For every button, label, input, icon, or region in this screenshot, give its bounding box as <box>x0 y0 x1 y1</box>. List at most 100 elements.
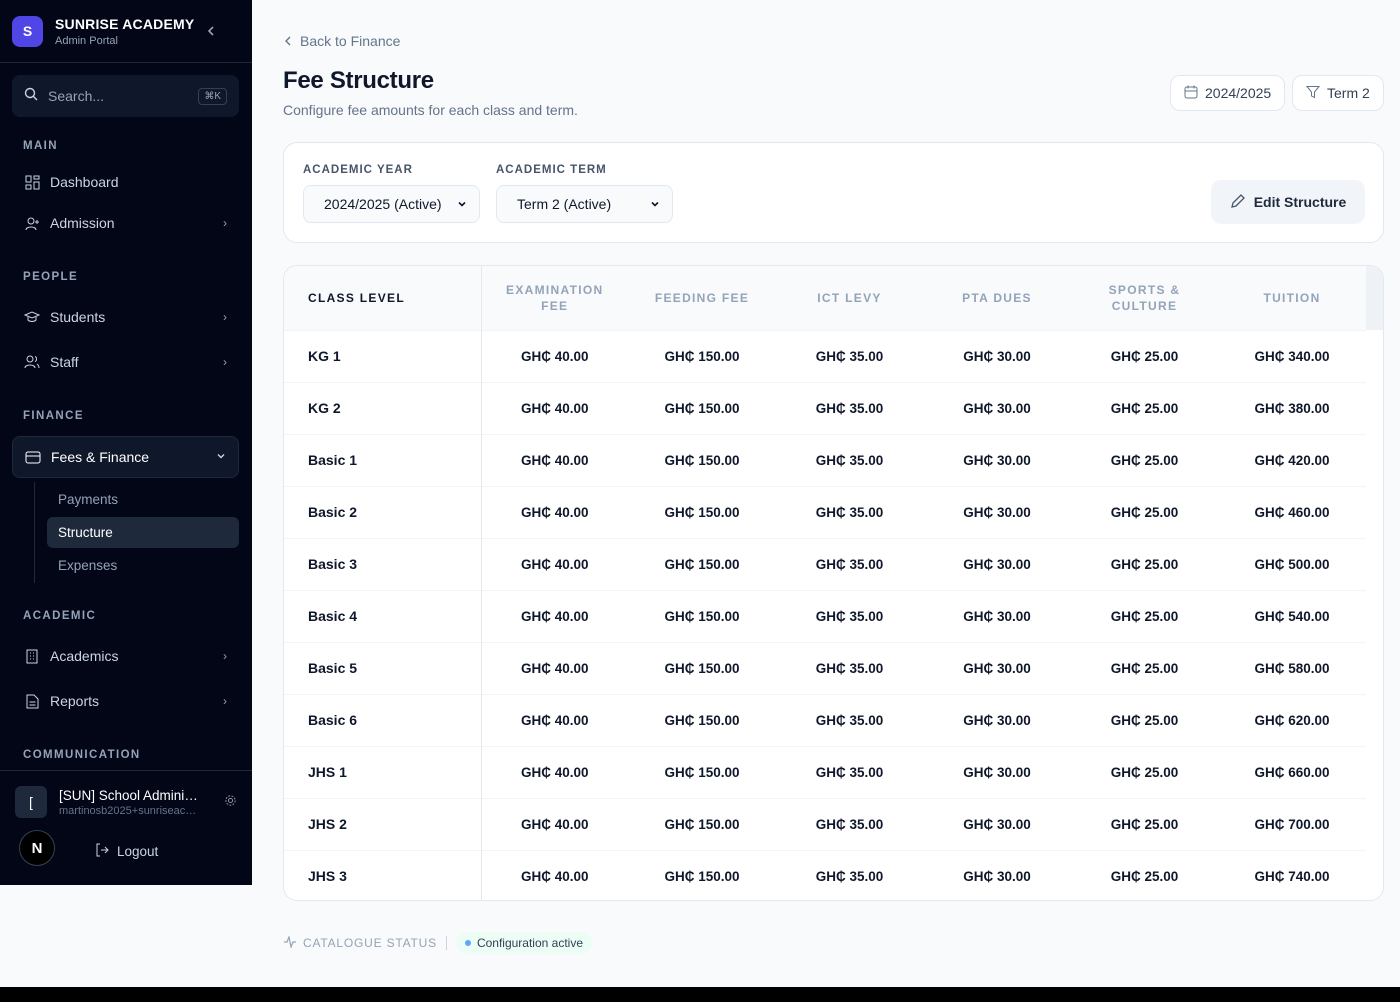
fee-amount-cell: GH₵ 150.00 <box>664 764 740 780</box>
fee-amount-cell: GH₵ 740.00 <box>1254 868 1330 884</box>
fee-structure-table: CLASS LEVEL EXAMINATION FEE FEEDING FEE … <box>284 266 1366 900</box>
section-communication: COMMUNICATION <box>23 749 141 761</box>
fee-amount-cell: GH₵ 30.00 <box>963 868 1031 884</box>
chevron-right-icon: › <box>223 310 227 324</box>
fee-amount-cell: GH₵ 35.00 <box>815 816 884 832</box>
term-pill-button[interactable]: Term 2 <box>1292 75 1384 111</box>
nav-staff[interactable]: Staff › <box>12 341 239 383</box>
class-level-cell: Basic 1 <box>284 434 482 486</box>
logout-button[interactable]: Logout <box>95 843 158 860</box>
fee-amount-cell: GH₵ 420.00 <box>1254 452 1330 468</box>
fee-amount-cell: GH₵ 35.00 <box>815 504 884 520</box>
subnav-structure[interactable]: Structure <box>47 517 239 548</box>
collapse-sidebar-icon[interactable] <box>206 23 216 39</box>
fee-amount-cell: GH₵ 25.00 <box>1110 452 1179 468</box>
n-badge[interactable]: N <box>19 830 55 866</box>
class-level-cell: Basic 4 <box>284 590 482 642</box>
fee-amount-cell: GH₵ 40.00 <box>520 660 589 676</box>
year-pill-label: 2024/2025 <box>1205 85 1272 101</box>
fee-amount-cell: GH₵ 150.00 <box>664 452 740 468</box>
fee-amount-cell: GH₵ 30.00 <box>963 556 1031 572</box>
fee-amount-cell: GH₵ 40.00 <box>520 556 589 572</box>
catalogue-status: CATALOGUE STATUS Configuration active <box>283 932 592 954</box>
fee-amount-cell: GH₵ 25.00 <box>1110 712 1179 728</box>
nav-admission[interactable]: Admission › <box>12 202 239 244</box>
pencil-icon <box>1230 193 1246 212</box>
subnav-expenses[interactable]: Expenses <box>47 550 239 581</box>
credit-card-icon <box>25 449 41 465</box>
fee-amount-cell: GH₵ 35.00 <box>815 452 884 468</box>
column-header: TUITION <box>1218 266 1366 330</box>
table-row: KG 1 GH₵ 40.00 GH₵ 150.00 GH₵ 35.00 GH₵ 30.0… <box>284 330 1366 382</box>
fee-amount-cell: GH₵ 35.00 <box>815 608 884 624</box>
fee-amount-cell: GH₵ 35.00 <box>815 556 884 572</box>
calendar-icon <box>1184 85 1198 102</box>
edit-structure-button[interactable]: Edit Structure <box>1211 180 1365 224</box>
fee-amount-cell: GH₵ 150.00 <box>664 556 740 572</box>
nav-students[interactable]: Students › <box>12 296 239 338</box>
catalogue-status-label: CATALOGUE STATUS <box>303 936 437 950</box>
header-scroll-strip <box>1366 266 1383 330</box>
filter-icon <box>1305 85 1321 102</box>
nav-dashboard[interactable]: Dashboard <box>12 161 239 203</box>
fee-amount-cell: GH₵ 150.00 <box>664 400 740 416</box>
fee-amount-cell: GH₵ 40.00 <box>520 816 589 832</box>
nav-admission-label: Admission <box>50 215 115 231</box>
fee-amount-cell: GH₵ 30.00 <box>963 504 1031 520</box>
fee-structure-table-card: CLASS LEVEL EXAMINATION FEE FEEDING FEE … <box>283 265 1384 901</box>
fee-amount-cell: GH₵ 25.00 <box>1110 400 1179 416</box>
nav-staff-label: Staff <box>50 354 79 370</box>
chevron-right-icon: › <box>223 694 227 708</box>
search-input[interactable]: Search... ⌘K <box>12 75 239 117</box>
file-text-icon <box>24 693 40 709</box>
user-profile[interactable]: [ [SUN] School Administrator martinosb20… <box>15 784 237 820</box>
filter-card: ACADEMIC YEAR 2024/2025 (Active) ACADEMI… <box>283 142 1384 243</box>
nav-fees-finance[interactable]: Fees & Finance <box>12 436 239 478</box>
class-level-cell: Basic 5 <box>284 642 482 694</box>
fee-amount-cell: GH₵ 700.00 <box>1254 816 1330 832</box>
sidebar: S SUNRISE ACADEMY Admin Portal Search...… <box>0 0 252 885</box>
fee-amount-cell: GH₵ 25.00 <box>1110 764 1179 780</box>
back-to-finance-link[interactable]: Back to Finance <box>284 33 400 49</box>
avatar: [ <box>15 786 47 818</box>
fee-amount-cell: GH₵ 25.00 <box>1110 504 1179 520</box>
fee-amount-cell: GH₵ 40.00 <box>520 504 589 520</box>
academic-year-select[interactable]: 2024/2025 (Active) <box>303 185 480 223</box>
year-pill-button[interactable]: 2024/2025 <box>1170 75 1286 111</box>
user-plus-icon <box>24 215 40 231</box>
status-badge: Configuration active <box>455 932 592 954</box>
fee-amount-cell: GH₵ 40.00 <box>520 712 589 728</box>
brand-header: S SUNRISE ACADEMY Admin Portal <box>0 0 252 63</box>
fee-amount-cell: GH₵ 580.00 <box>1254 660 1330 676</box>
search-shortcut: ⌘K <box>198 87 227 105</box>
nav-dashboard-label: Dashboard <box>50 174 119 190</box>
search-placeholder: Search... <box>48 88 105 104</box>
chevron-left-icon <box>284 33 292 49</box>
class-level-cell: KG 1 <box>284 330 482 382</box>
nav-reports[interactable]: Reports › <box>12 680 239 722</box>
fee-amount-cell: GH₵ 25.00 <box>1110 608 1179 624</box>
academic-term-select[interactable]: Term 2 (Active) <box>496 185 673 223</box>
column-header: PTA DUES <box>923 266 1071 330</box>
fee-amount-cell: GH₵ 500.00 <box>1254 556 1330 572</box>
chevron-down-icon <box>216 450 226 464</box>
section-academic: ACADEMIC <box>23 610 97 622</box>
search-icon <box>24 87 38 106</box>
academic-year-value: 2024/2025 (Active) <box>324 196 442 212</box>
nav-academics[interactable]: Academics › <box>12 635 239 677</box>
nav-reports-label: Reports <box>50 693 100 709</box>
table-row: Basic 3 GH₵ 40.00 GH₵ 150.00 GH₵ 35.00 GH₵ 3… <box>284 538 1366 590</box>
building-icon <box>24 648 40 664</box>
gear-icon[interactable] <box>224 794 237 810</box>
academic-term-value: Term 2 (Active) <box>517 196 612 212</box>
subnav-payments[interactable]: Payments <box>47 484 239 515</box>
fee-amount-cell: GH₵ 30.00 <box>963 816 1031 832</box>
fee-amount-cell: GH₵ 150.00 <box>664 868 740 884</box>
fee-amount-cell: GH₵ 35.00 <box>815 348 884 364</box>
nav-fees-finance-label: Fees & Finance <box>51 449 150 465</box>
users-icon <box>24 354 40 370</box>
column-header: ICT LEVY <box>776 266 923 330</box>
dashboard-icon <box>24 174 40 190</box>
fee-amount-cell: GH₵ 25.00 <box>1110 816 1179 832</box>
fee-amount-cell: GH₵ 40.00 <box>520 452 589 468</box>
